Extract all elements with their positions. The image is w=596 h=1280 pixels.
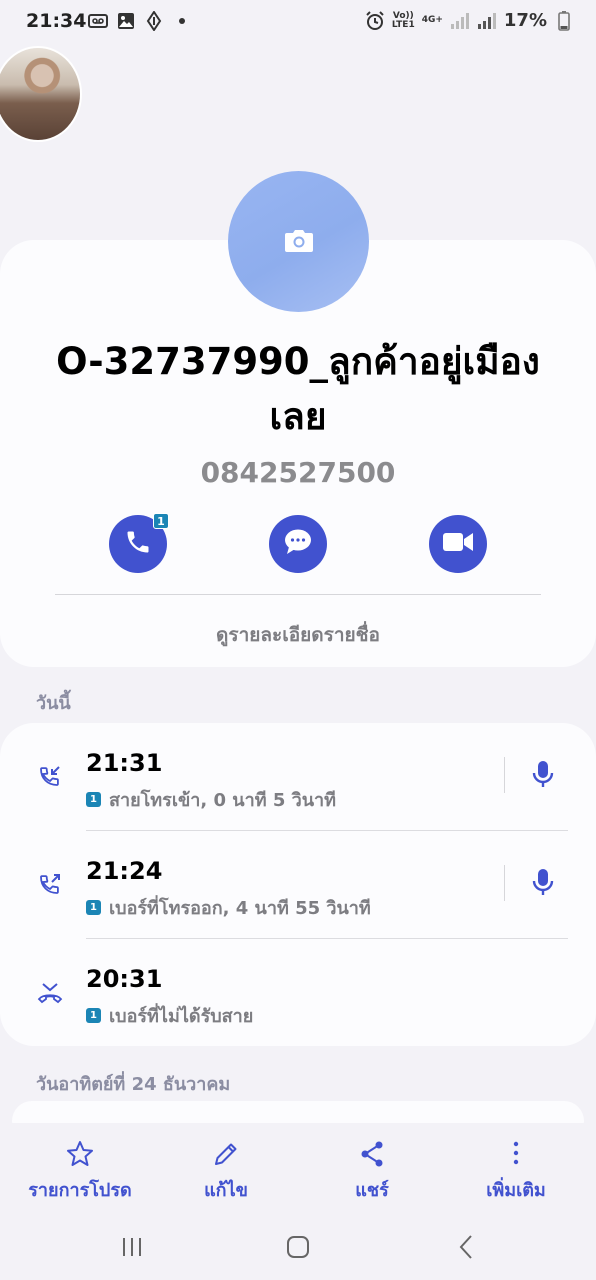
card-divider bbox=[55, 594, 541, 595]
recent-apps-icon[interactable] bbox=[112, 1231, 152, 1263]
back-icon[interactable] bbox=[446, 1231, 486, 1263]
recording-mic-icon[interactable] bbox=[528, 867, 558, 899]
battery-icon bbox=[554, 10, 574, 31]
call-time: 21:31 bbox=[86, 749, 163, 777]
system-nav-bar bbox=[0, 1215, 596, 1280]
row-separator bbox=[504, 757, 505, 793]
app-logo-icon bbox=[144, 11, 164, 31]
call-button[interactable]: 1 bbox=[109, 513, 169, 573]
call-count-badge: 1 bbox=[153, 513, 169, 529]
star-icon bbox=[67, 1141, 93, 1166]
section-today-label: วันนี้ bbox=[36, 693, 71, 714]
status-bar: 21:34 Vo)) LTE1 4G+ 17% bbox=[0, 0, 596, 44]
section-sunday-label: วันอาทิตย์ที่ 24 ธันวาคม bbox=[36, 1074, 231, 1095]
missed-call-icon bbox=[36, 979, 64, 1007]
chat-bubble-icon bbox=[283, 528, 313, 560]
sim-badge: 1 bbox=[86, 900, 101, 915]
favorite-label: รายการโปรด bbox=[28, 1180, 132, 1201]
camera-icon bbox=[284, 227, 314, 257]
outgoing-call-icon bbox=[36, 871, 64, 899]
edit-label: แก้ไข bbox=[204, 1180, 248, 1201]
call-description: เบอร์ที่ไม่ได้รับสาย bbox=[109, 1006, 254, 1027]
phone-icon bbox=[124, 528, 152, 560]
more-label: เพิ่มเติม bbox=[486, 1180, 546, 1201]
network-type-indicator: 4G+ bbox=[421, 15, 443, 25]
signal-icon bbox=[450, 11, 470, 31]
gallery-icon bbox=[116, 11, 136, 31]
status-time: 21:34 bbox=[26, 10, 87, 32]
view-contact-details-link[interactable]: ดูรายละเอียดรายชื่อ bbox=[0, 620, 596, 650]
message-button[interactable] bbox=[269, 515, 327, 573]
sim-badge: 1 bbox=[86, 1008, 101, 1023]
call-description: เบอร์ที่โทรออก, 4 นาที 55 วินาที bbox=[109, 898, 371, 919]
more-button[interactable]: เพิ่มเติม bbox=[446, 1139, 586, 1204]
call-log-row[interactable]: 20:31 1 เบอร์ที่ไม่ได้รับสาย bbox=[0, 939, 596, 1047]
call-log-card: 21:31 1 สายโทรเข้า, 0 นาที 5 วินาที 21:2… bbox=[0, 723, 596, 1046]
call-description: สายโทรเข้า, 0 นาที 5 วินาที bbox=[109, 790, 337, 811]
more-vertical-icon bbox=[513, 1141, 519, 1165]
contact-name: O-32737990_ลูกค้าอยู่เมือง เลย bbox=[56, 340, 540, 438]
call-log-row[interactable]: 21:31 1 สายโทรเข้า, 0 นาที 5 วินาที bbox=[0, 723, 596, 831]
edit-button[interactable]: แก้ไข bbox=[156, 1139, 296, 1204]
home-icon[interactable] bbox=[278, 1231, 318, 1263]
incoming-call-icon bbox=[36, 763, 64, 791]
share-label: แชร์ bbox=[355, 1180, 389, 1201]
sim-badge: 1 bbox=[86, 792, 101, 807]
pencil-icon bbox=[215, 1143, 237, 1165]
recording-mic-icon[interactable] bbox=[528, 759, 558, 791]
call-time: 20:31 bbox=[86, 965, 163, 993]
call-log-row[interactable]: 21:24 1 เบอร์ที่โทรออก, 4 นาที 55 วินาที bbox=[0, 831, 596, 939]
volte-indicator: Vo)) LTE1 bbox=[391, 10, 415, 30]
bottom-action-bar: รายการโปรด แก้ไข แชร์ เพิ่มเติม bbox=[0, 1123, 596, 1215]
profile-photo[interactable] bbox=[0, 48, 80, 140]
battery-percent: 17% bbox=[503, 10, 547, 31]
alarm-icon bbox=[365, 10, 385, 31]
call-time: 21:24 bbox=[86, 857, 163, 885]
signal-icon-2 bbox=[477, 11, 497, 31]
share-button[interactable]: แชร์ bbox=[302, 1139, 442, 1204]
favorite-button[interactable]: รายการโปรด bbox=[10, 1139, 150, 1204]
voicemail-icon bbox=[88, 11, 108, 31]
share-icon bbox=[361, 1141, 383, 1167]
video-camera-icon bbox=[442, 530, 474, 558]
contact-number: 0842527500 bbox=[200, 456, 396, 489]
video-call-button[interactable] bbox=[429, 515, 487, 573]
contact-avatar[interactable] bbox=[228, 171, 369, 312]
notification-dot-icon bbox=[172, 11, 192, 31]
row-separator bbox=[504, 865, 505, 901]
